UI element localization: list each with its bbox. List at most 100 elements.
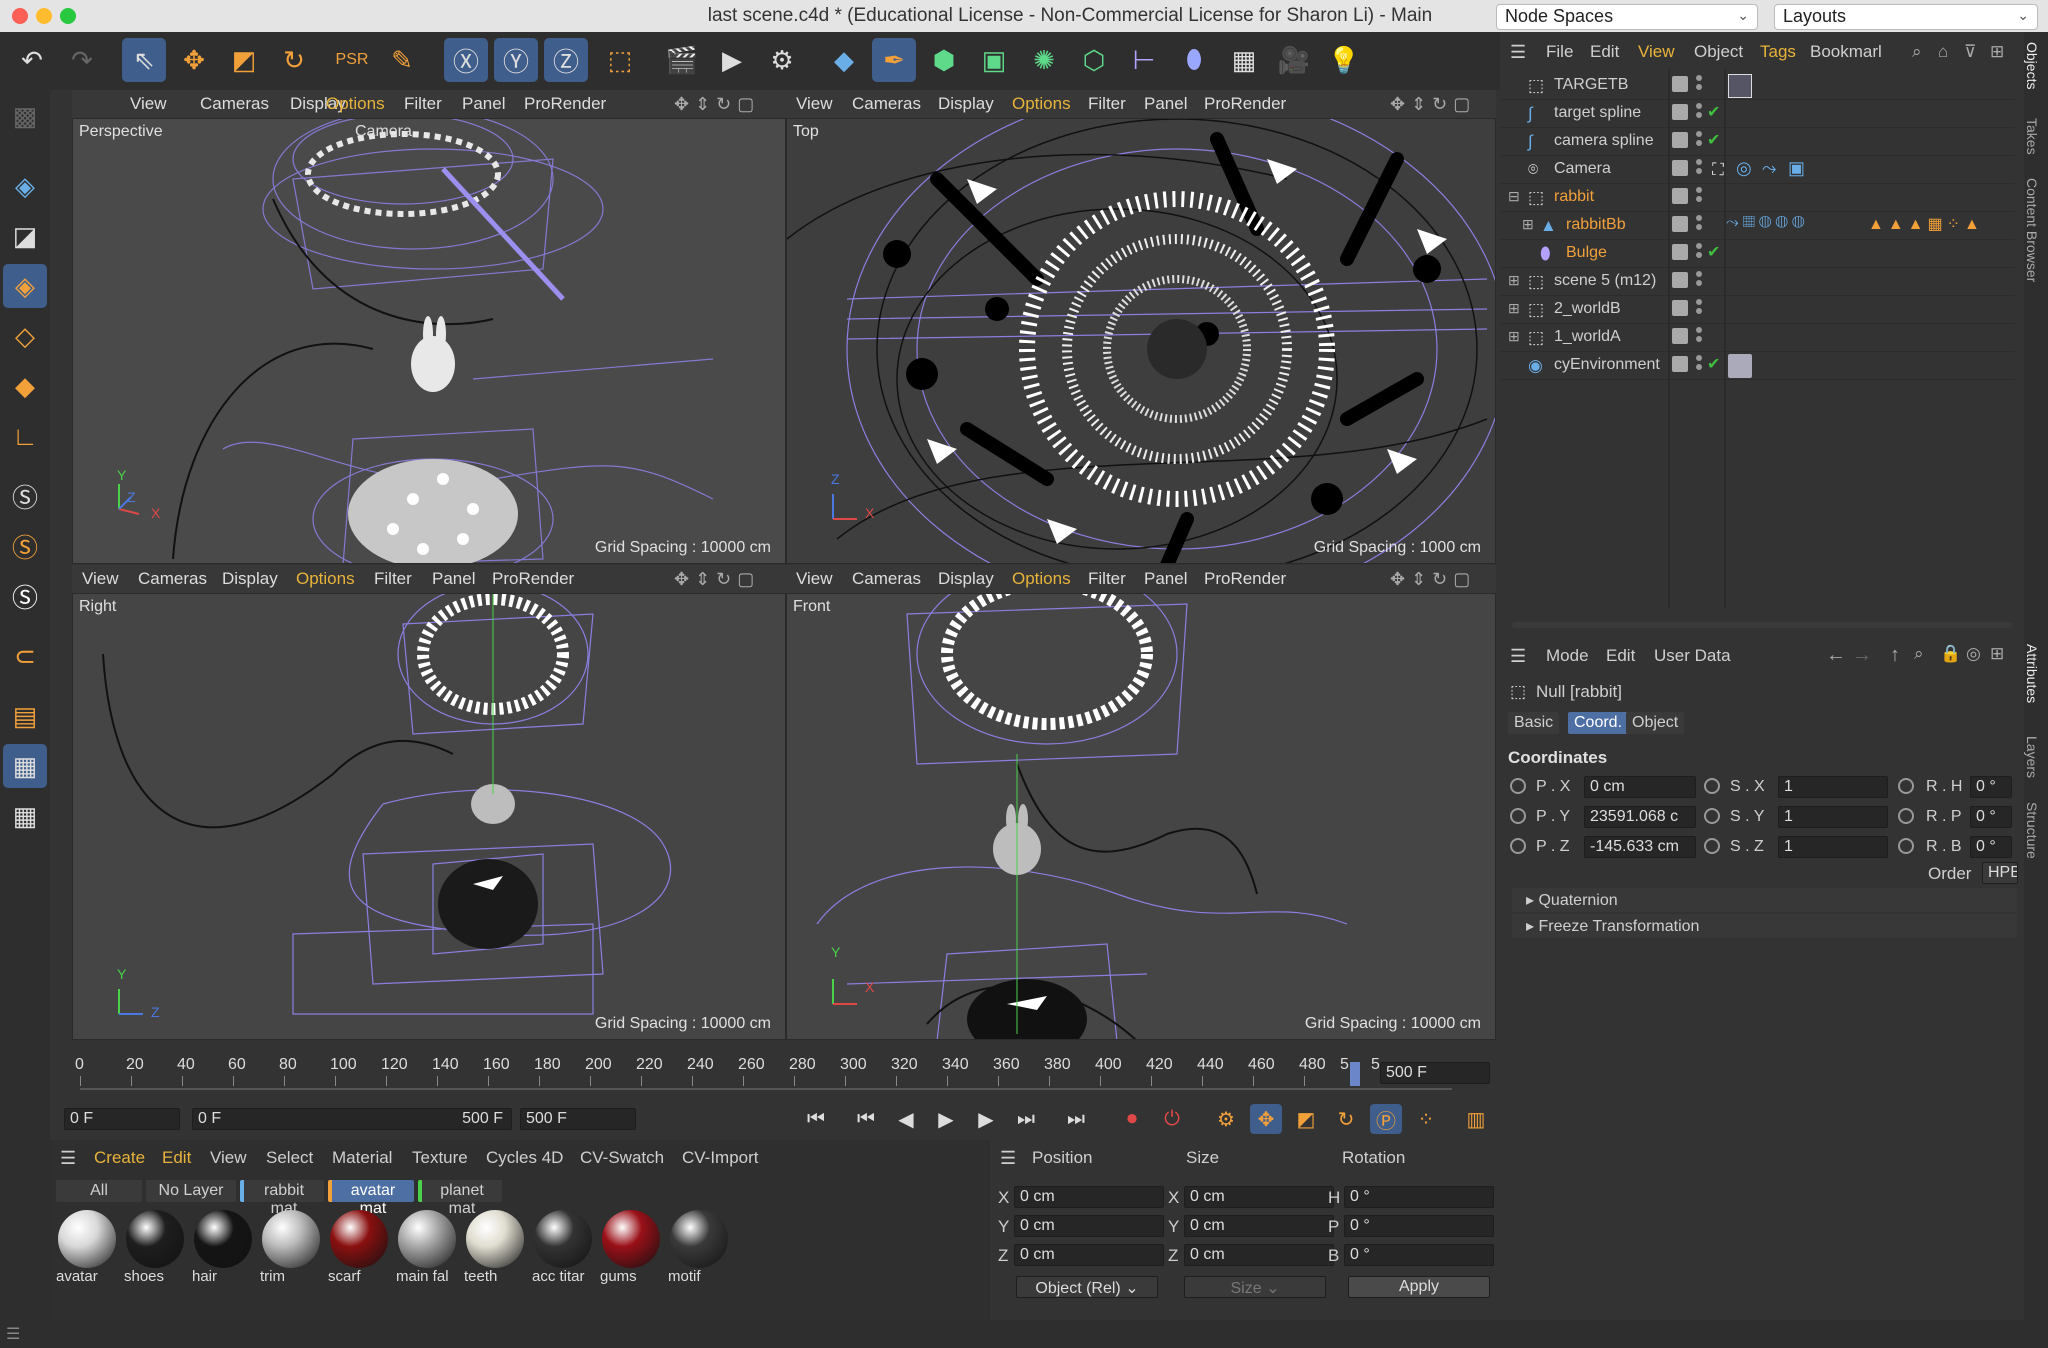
expand-icon[interactable]: ⊞ xyxy=(1522,216,1534,233)
layer-icon[interactable] xyxy=(1672,160,1688,176)
new-window-icon[interactable]: ⊞ xyxy=(1990,42,2004,62)
scale-tool-icon[interactable]: ◩ xyxy=(222,38,266,82)
material-tags-icons[interactable]: ⤳▦◍◍◍ xyxy=(1726,214,1809,232)
rotation-b-field[interactable]: 0 ° xyxy=(1970,836,2012,858)
quaternion-section[interactable]: ▸ Quaternion xyxy=(1512,888,2017,912)
render-settings-icon[interactable]: ⚙ xyxy=(760,38,804,82)
mat-menu-select[interactable]: Select xyxy=(266,1148,313,1168)
enabled-check-icon[interactable]: ✔ xyxy=(1707,354,1720,374)
view-navigation-icons[interactable]: ✥⇕↻▢ xyxy=(674,569,760,590)
menu-options[interactable]: Options xyxy=(326,94,385,114)
om-menu-tags[interactable]: Tags xyxy=(1760,42,1796,62)
menu-display[interactable]: Display xyxy=(938,569,994,589)
freeze-transformation-section[interactable]: ▸ Freeze Transformation xyxy=(1512,914,2017,938)
layer-tab-planet-mat[interactable]: planet mat xyxy=(418,1180,502,1217)
current-frame-field[interactable]: 0 F xyxy=(64,1108,180,1130)
menu-options[interactable]: Options xyxy=(1012,569,1071,589)
enabled-check-icon[interactable]: ✔ xyxy=(1707,242,1720,262)
extrude-icon[interactable]: ▣ xyxy=(972,38,1016,82)
om-menu-bookmarks[interactable]: Bookmarl xyxy=(1810,42,1882,62)
top-viewport[interactable]: Top Z X Grid Spacing : 1000 cm xyxy=(786,118,1496,564)
mat-menu-create[interactable]: Create xyxy=(94,1148,145,1168)
volume-icon[interactable]: ⬡ xyxy=(1072,38,1116,82)
expand-icon[interactable]: ⊞ xyxy=(1508,300,1520,317)
zoom-window-button[interactable] xyxy=(60,8,76,24)
position-y-field[interactable]: 23591.068 c xyxy=(1584,806,1696,828)
layouts-select[interactable]: Layouts ⌄ xyxy=(1774,4,2038,30)
object-name[interactable]: camera spline xyxy=(1554,132,1654,150)
keyframe-toggle[interactable] xyxy=(1898,838,1914,854)
object-row-targetb[interactable]: ⬚ TARGETB xyxy=(1500,72,2015,100)
workplane-icon[interactable]: ▤ xyxy=(3,694,47,738)
coord-size-z-field[interactable]: 0 cm xyxy=(1184,1244,1334,1266)
spline-pen-icon[interactable]: ✒ xyxy=(872,38,916,82)
coord-position-z-field[interactable]: 0 cm xyxy=(1014,1244,1164,1266)
material-swatch[interactable]: avatar xyxy=(56,1208,118,1288)
environment-tag-icon[interactable] xyxy=(1728,354,1752,378)
om-menu-object[interactable]: Object xyxy=(1694,42,1743,62)
redo-icon[interactable]: ↷ xyxy=(60,38,104,82)
hamburger-icon[interactable]: ☰ xyxy=(1510,646,1526,667)
mat-menu-edit[interactable]: Edit xyxy=(162,1148,191,1168)
menu-panel[interactable]: Panel xyxy=(1144,94,1187,114)
object-name[interactable]: Camera xyxy=(1554,160,1611,178)
coord-size-x-field[interactable]: 0 cm xyxy=(1184,1186,1334,1208)
object-row-cyenvironment[interactable]: ◉ cyEnvironment ✔ xyxy=(1500,352,2015,380)
max-frame-field[interactable]: 500 F xyxy=(520,1108,636,1130)
object-name[interactable]: rabbit xyxy=(1554,188,1594,206)
material-swatch[interactable]: trim xyxy=(260,1208,322,1288)
side-tab-takes[interactable]: Takes xyxy=(2024,118,2040,155)
layer-tab-no-layer[interactable]: No Layer xyxy=(146,1180,236,1202)
next-frame-icon[interactable]: ▶ xyxy=(970,1104,1002,1134)
visibility-dots[interactable] xyxy=(1696,243,1702,263)
camera-tag-icon[interactable]: ▣ xyxy=(1788,158,1805,179)
deformer-icon[interactable]: ⊢ xyxy=(1122,38,1166,82)
menu-cameras[interactable]: Cameras xyxy=(138,569,207,589)
object-row-1-worlda[interactable]: ⊞ ⬚ 1_worldA xyxy=(1500,324,2015,352)
visibility-dots[interactable] xyxy=(1696,103,1702,123)
target-tag-icon[interactable] xyxy=(1728,74,1752,98)
material-swatch[interactable]: scarf xyxy=(328,1208,390,1288)
keyframe-selection-icon[interactable]: ⚙ xyxy=(1210,1104,1242,1134)
scheme-icon[interactable]: ▥ xyxy=(1460,1104,1492,1134)
apply-button[interactable]: Apply xyxy=(1348,1276,1490,1298)
end-frame-field[interactable]: 500 F xyxy=(1380,1062,1490,1084)
layer-tab-all[interactable]: All xyxy=(56,1180,142,1202)
om-menu-edit[interactable]: Edit xyxy=(1590,42,1619,62)
object-name[interactable]: 1_worldA xyxy=(1554,328,1621,346)
layer-icon[interactable] xyxy=(1672,216,1688,232)
render-picture-viewer-icon[interactable]: ▶ xyxy=(710,38,754,82)
horizontal-scrollbar[interactable] xyxy=(1512,622,2012,628)
mat-menu-cv-swatch[interactable]: CV-Swatch xyxy=(580,1148,664,1168)
visibility-dots[interactable] xyxy=(1696,75,1702,95)
psr-tool-icon[interactable]: PSR xyxy=(330,38,374,82)
object-name[interactable]: 2_worldB xyxy=(1554,300,1621,318)
camera-icon[interactable]: 🎥 xyxy=(1272,38,1316,82)
material-swatch[interactable]: main fal xyxy=(396,1208,458,1288)
frame-range-slider[interactable]: 0 F 500 F xyxy=(192,1108,512,1130)
object-row-rabbitbb[interactable]: ⊞ ▲ rabbitBb ⤳▦◍◍◍ ▲▲▲▦⁘▲ xyxy=(1500,212,2015,240)
layer-icon[interactable] xyxy=(1672,132,1688,148)
menu-filter[interactable]: Filter xyxy=(1088,569,1126,589)
rotation-h-field[interactable]: 0 ° xyxy=(1970,776,2012,798)
menu-options[interactable]: Options xyxy=(1012,94,1071,114)
menu-view[interactable]: View xyxy=(796,94,833,114)
texture-mode-icon[interactable]: ◪ xyxy=(3,214,47,258)
previous-key-icon[interactable]: ⏮ xyxy=(850,1104,882,1134)
om-menu-view[interactable]: View xyxy=(1638,42,1675,62)
enabled-check-icon[interactable]: ✔ xyxy=(1707,102,1720,122)
layer-icon[interactable] xyxy=(1672,356,1688,372)
target-icon[interactable]: ◎ xyxy=(1966,644,1981,664)
layer-icon[interactable] xyxy=(1672,272,1688,288)
keyframe-toggle[interactable] xyxy=(1704,778,1720,794)
magnet-icon[interactable]: ⊂ xyxy=(3,634,47,678)
goto-end-icon[interactable]: ⏭ xyxy=(1060,1104,1092,1134)
material-swatch[interactable]: hair xyxy=(192,1208,254,1288)
attr-menu-user-data[interactable]: User Data xyxy=(1654,646,1731,666)
expand-icon[interactable]: ⊞ xyxy=(1508,328,1520,345)
menu-panel[interactable]: Panel xyxy=(1144,569,1187,589)
right-viewport[interactable]: Right Y Z Grid Spacing : 10000 cm xyxy=(72,593,786,1040)
visibility-dots[interactable] xyxy=(1696,215,1702,235)
view-navigation-icons[interactable]: ✥⇕↻▢ xyxy=(674,94,760,115)
material-swatch[interactable]: acc titar xyxy=(532,1208,594,1288)
